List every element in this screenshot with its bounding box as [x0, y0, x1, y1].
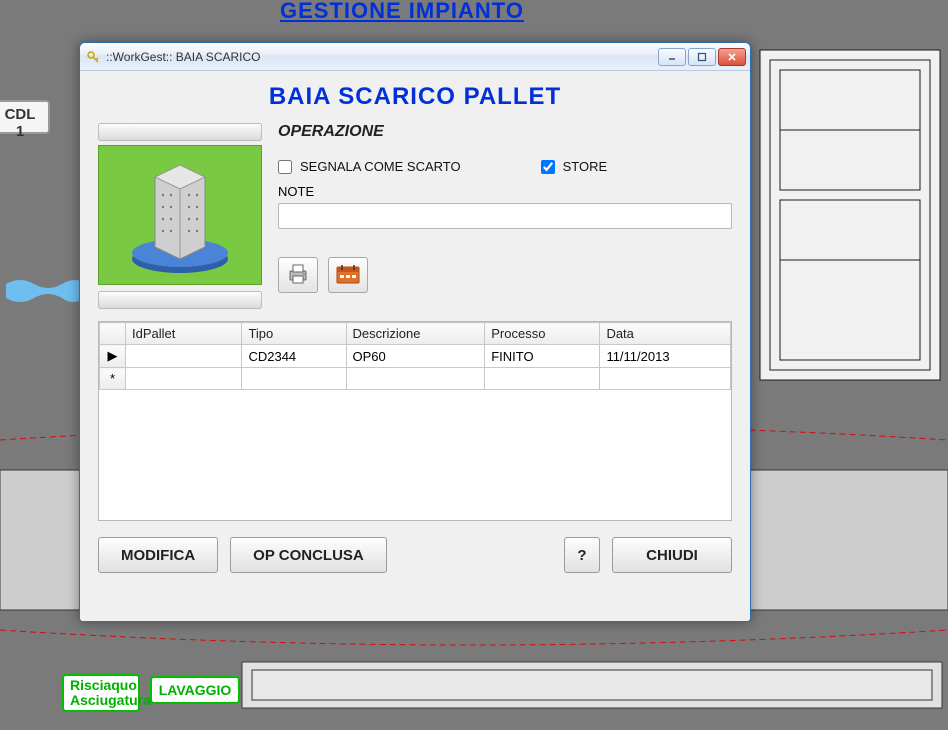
cdl-button[interactable]: CDL 1 — [0, 100, 50, 134]
cell-idpallet[interactable] — [126, 368, 242, 390]
dialog-window: ::WorkGest:: BAIA SCARICO BAIA SCARICO P… — [79, 42, 751, 622]
calendar-icon — [335, 263, 361, 288]
help-button[interactable]: ? — [564, 537, 600, 573]
print-button[interactable] — [278, 257, 318, 293]
lavaggio-button[interactable]: LAVAGGIO — [150, 676, 240, 704]
store-checkbox-wrap[interactable]: STORE — [541, 159, 608, 174]
print-icon — [286, 263, 310, 288]
table-row[interactable]: ▶IF213334CD2344OP60FINITO11/11/2013 — [100, 345, 731, 368]
note-input[interactable] — [278, 203, 732, 229]
scarto-checkbox-wrap[interactable]: SEGNALA COME SCARTO — [278, 159, 461, 174]
calendar-button[interactable] — [328, 257, 368, 293]
pallet-bottom-plate — [98, 291, 262, 309]
dialog-heading: BAIA SCARICO PALLET — [98, 83, 732, 111]
operazione-label: OPERAZIONE — [278, 123, 732, 141]
cell-tipo[interactable]: CD2344 — [242, 345, 346, 368]
grid-header-row: IdPallet Tipo Descrizione Processo Data — [100, 323, 731, 345]
close-button[interactable] — [718, 48, 746, 66]
store-label: STORE — [563, 159, 608, 174]
pallet-image — [98, 145, 262, 285]
cell-tipo[interactable] — [242, 368, 346, 390]
modifica-button[interactable]: MODIFICA — [98, 537, 218, 573]
cell-data[interactable] — [600, 368, 731, 390]
store-checkbox[interactable] — [541, 160, 555, 174]
note-label: NOTE — [278, 184, 732, 199]
col-tipo[interactable]: Tipo — [242, 323, 346, 345]
cell-processo[interactable]: FINITO — [485, 345, 600, 368]
col-descrizione[interactable]: Descrizione — [346, 323, 485, 345]
col-idpallet[interactable]: IdPallet — [126, 323, 242, 345]
grid-corner — [100, 323, 126, 345]
col-data[interactable]: Data — [600, 323, 731, 345]
key-icon — [86, 50, 100, 64]
risciaquo-label: Risciaquo Asciugatura — [70, 677, 151, 708]
cell-data[interactable]: 11/11/2013 — [600, 345, 731, 368]
table-row[interactable]: * — [100, 368, 731, 390]
minimize-button[interactable] — [658, 48, 686, 66]
cell-descrizione[interactable] — [346, 368, 485, 390]
titlebar[interactable]: ::WorkGest:: BAIA SCARICO — [80, 43, 750, 71]
risciaquo-button[interactable]: Risciaquo Asciugatura — [62, 674, 140, 712]
col-processo[interactable]: Processo — [485, 323, 600, 345]
scarto-checkbox[interactable] — [278, 160, 292, 174]
op-conclusa-button[interactable]: OP CONCLUSA — [230, 537, 387, 573]
cell-processo[interactable] — [485, 368, 600, 390]
chiudi-button[interactable]: CHIUDI — [612, 537, 732, 573]
pallet-top-plate — [98, 123, 262, 141]
row-selector[interactable]: * — [100, 368, 126, 390]
pallet-grid[interactable]: IdPallet Tipo Descrizione Processo Data … — [98, 321, 732, 521]
scarto-label: SEGNALA COME SCARTO — [300, 159, 461, 174]
cell-descrizione[interactable]: OP60 — [346, 345, 485, 368]
maximize-button[interactable] — [688, 48, 716, 66]
page-title: GESTIONE IMPIANTO — [280, 0, 524, 24]
row-selector[interactable]: ▶ — [100, 345, 126, 368]
window-title: ::WorkGest:: BAIA SCARICO — [106, 50, 260, 64]
cell-idpallet[interactable]: IF213334 — [126, 345, 242, 368]
